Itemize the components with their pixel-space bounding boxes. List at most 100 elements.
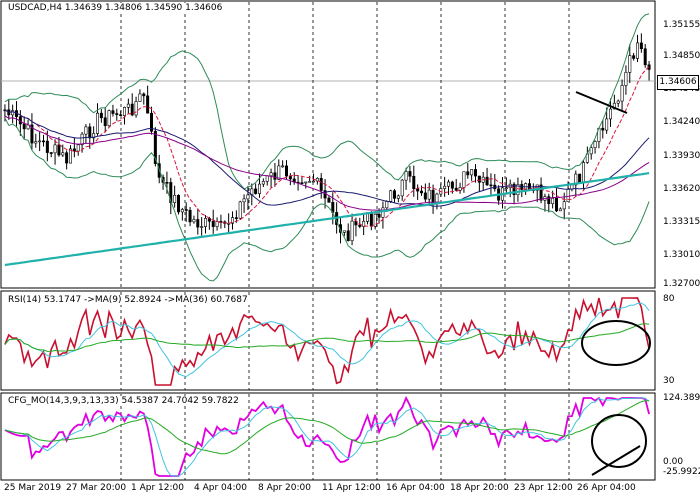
candle-body — [601, 127, 605, 131]
candle-body — [80, 133, 84, 146]
price-tick-label: 1.33010 — [663, 250, 700, 260]
candle-body — [385, 201, 389, 209]
bollinger-upper — [4, 13, 650, 190]
rsi-panel-title: RSI(14) 53.1747 ->MA(9) 52.8924 ->MA(36)… — [6, 295, 250, 305]
candle-body — [88, 126, 92, 139]
candle-body — [281, 165, 285, 168]
candle-body — [450, 181, 454, 189]
rsi-tick-label: 80 — [663, 294, 675, 304]
candle-body — [126, 103, 130, 108]
time-tick-label: 1 Apr 12:00 — [131, 483, 184, 493]
candle-body — [22, 123, 26, 130]
candle-body — [389, 190, 393, 202]
candle-body — [308, 180, 312, 183]
candle-body — [184, 209, 188, 211]
candle-body — [177, 194, 181, 213]
oscillator-panel-frame — [0, 392, 656, 481]
time-tick-label: 26 Apr 04:00 — [577, 483, 636, 493]
candle-body — [111, 110, 115, 114]
price-tick-label: 1.33620 — [663, 184, 700, 194]
candle-body — [400, 179, 404, 197]
candle-body — [396, 195, 400, 199]
time-tick-label: 16 Apr 04:00 — [386, 483, 445, 493]
time-tick-label: 27 Mar 20:00 — [66, 483, 127, 493]
high-value: 1.34806 — [104, 3, 143, 13]
candle-body — [616, 100, 620, 104]
candle-body — [643, 48, 647, 66]
candle-body — [624, 72, 628, 86]
candle-body — [76, 144, 80, 152]
oscillator-panel-title: CFG_MO(14,3,9,3,13,33) 54.5387 24.7042 5… — [6, 396, 241, 406]
open-value: 1.34639 — [64, 3, 103, 13]
candle-body — [350, 220, 354, 242]
candle-body — [593, 141, 597, 148]
candle-body — [257, 183, 261, 194]
candle-body — [628, 55, 632, 73]
time-tick-label: 25 Mar 2019 — [4, 483, 62, 493]
candle-body — [404, 171, 408, 181]
candle-body — [273, 172, 277, 180]
candle-body — [446, 181, 450, 187]
candle-body — [49, 152, 53, 154]
candle-body — [277, 165, 281, 180]
candle-body — [605, 118, 609, 131]
candle-body — [57, 144, 61, 156]
candle-body — [211, 220, 215, 227]
oscillator-tick-label: -25.9922 — [663, 467, 700, 477]
candle-body — [319, 178, 323, 191]
candle-body — [477, 175, 481, 183]
candle-body — [639, 42, 643, 50]
candle-body — [192, 219, 196, 223]
candle-body — [489, 184, 493, 187]
price-panel-title: USDCAD,H4 1.34639 1.34806 1.34590 1.3460… — [6, 3, 225, 13]
candle-body — [261, 181, 265, 185]
time-tick-label: 18 Apr 20:00 — [450, 483, 509, 493]
candle-body — [454, 187, 458, 191]
candle-body — [632, 55, 636, 59]
oscillator-trendline-annotation — [591, 445, 641, 476]
candle-body — [581, 162, 585, 183]
time-tick-label: 11 Apr 12:00 — [322, 483, 381, 493]
candle-body — [146, 95, 150, 114]
price-tick-label: 1.35155 — [663, 20, 700, 30]
candle-body — [204, 218, 208, 227]
candle-body — [373, 213, 377, 227]
candle-body — [554, 198, 558, 212]
candle-body — [473, 169, 477, 177]
low-value: 1.34590 — [145, 3, 183, 13]
candle-body — [196, 219, 200, 228]
rsi-circle-annotation — [581, 320, 651, 366]
time-tick-label: 23 Apr 12:00 — [514, 483, 573, 493]
candle-body — [539, 184, 543, 201]
candle-body — [234, 217, 238, 219]
candle-body — [462, 171, 466, 188]
candle-body — [11, 110, 15, 116]
candle-body — [200, 226, 204, 228]
candle-body — [381, 207, 385, 218]
candle-body — [562, 201, 566, 210]
candle-body — [254, 188, 258, 194]
candle-body — [119, 114, 123, 116]
current-price-tag: 1.34606 — [657, 75, 699, 90]
candle-body — [34, 141, 38, 144]
price-tick-label: 1.34850 — [663, 51, 700, 61]
close-value: 1.34606 — [185, 3, 223, 13]
candle-body — [53, 144, 57, 154]
price-tick-label: 1.34240 — [663, 117, 700, 127]
price-tick-label: 1.33930 — [663, 151, 700, 161]
candle-body — [358, 224, 362, 227]
candle-body — [72, 148, 76, 152]
candle-body — [269, 172, 273, 177]
candle-body — [84, 126, 88, 135]
oscillator-tick-label: 124.3892 — [663, 393, 700, 403]
candle-body — [123, 107, 127, 116]
candle-body — [242, 198, 246, 203]
candle-body — [311, 180, 315, 183]
price-tick-label: 1.33315 — [663, 217, 700, 227]
candle-body — [423, 192, 427, 200]
candle-body — [443, 185, 447, 189]
time-tick-label: 8 Apr 20:00 — [258, 483, 311, 493]
oscillator-tick-label: 0.00 — [663, 457, 684, 467]
symbol-label: USDCAD,H4 — [8, 3, 62, 13]
candle-body — [142, 93, 146, 97]
